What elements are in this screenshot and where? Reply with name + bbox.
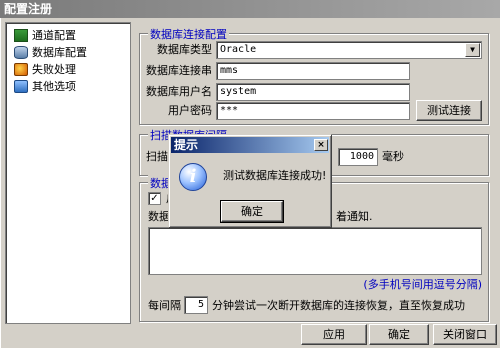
message-dialog: 提示 × i 测试数据库连接成功! 确定 — [168, 134, 332, 228]
scan-interval-input[interactable]: 1000 — [338, 148, 378, 166]
close-icon[interactable]: × — [314, 139, 328, 151]
tree-item-label: 通道配置 — [32, 29, 76, 42]
tree-item-label: 数据库配置 — [32, 46, 87, 59]
tree-item-channel[interactable]: 通道配置 — [12, 27, 76, 44]
close-window-button[interactable]: 关闭窗口 — [433, 324, 497, 345]
window-title: 配置注册 — [0, 0, 500, 18]
db-type-select[interactable]: Oracle ▼ — [216, 41, 482, 59]
db-type-label: 数据库类型 — [157, 43, 212, 56]
conn-string-label: 数据库连接串 — [146, 64, 212, 77]
db-group-title: 数据库连接配置 — [148, 26, 229, 42]
retry-interval-input[interactable]: 5 — [184, 296, 208, 314]
dialog-message: 测试数据库连接成功! — [223, 169, 327, 182]
nav-tree[interactable]: 通道配置 数据库配置 失败处理 其他选项 — [5, 22, 131, 324]
db-user-label: 数据库用户名 — [146, 85, 212, 98]
phone-numbers-textarea[interactable] — [148, 227, 482, 275]
info-icon: i — [179, 163, 207, 191]
channel-icon — [14, 29, 28, 42]
failure-icon — [14, 63, 28, 76]
tree-item-options[interactable]: 其他选项 — [12, 78, 76, 95]
options-icon — [14, 80, 28, 93]
retry-suffix: 分钟尝试一次断开数据库的连接恢复，直至恢复成功 — [212, 299, 465, 312]
db-type-value: Oracle — [220, 44, 257, 55]
tree-item-database[interactable]: 数据库配置 — [12, 44, 87, 61]
database-icon — [14, 46, 28, 59]
dialog-ok-button[interactable]: 确定 — [220, 200, 284, 223]
scan-unit-label: 毫秒 — [382, 150, 404, 163]
test-connection-button[interactable]: 测试连接 — [416, 100, 482, 121]
tree-item-failure[interactable]: 失败处理 — [12, 61, 76, 78]
conn-string-input[interactable]: mms — [216, 62, 410, 80]
retry-prefix: 每间隔 — [148, 299, 181, 312]
apply-button[interactable]: 应用 — [301, 324, 367, 345]
enable-checkbox[interactable]: ✓ — [148, 192, 161, 205]
password-label: 用户密码 — [168, 104, 212, 117]
phone-hint: (多手机号间用逗号分隔) — [363, 278, 482, 291]
chevron-down-icon[interactable]: ▼ — [465, 43, 480, 57]
tree-item-label: 其他选项 — [32, 80, 76, 93]
scan-label: 扫描 — [146, 150, 168, 163]
password-input[interactable]: *** — [216, 102, 410, 120]
ok-button[interactable]: 确定 — [369, 324, 429, 345]
dialog-title: 提示 — [171, 137, 329, 153]
db-user-input[interactable]: system — [216, 83, 410, 101]
tree-item-label: 失败处理 — [32, 63, 76, 76]
notify-desc-right: 着通知. — [336, 210, 373, 223]
db-connection-group: 数据库连接配置 数据库类型 Oracle ▼ 数据库连接串 mms 数据库用户名… — [139, 26, 489, 125]
